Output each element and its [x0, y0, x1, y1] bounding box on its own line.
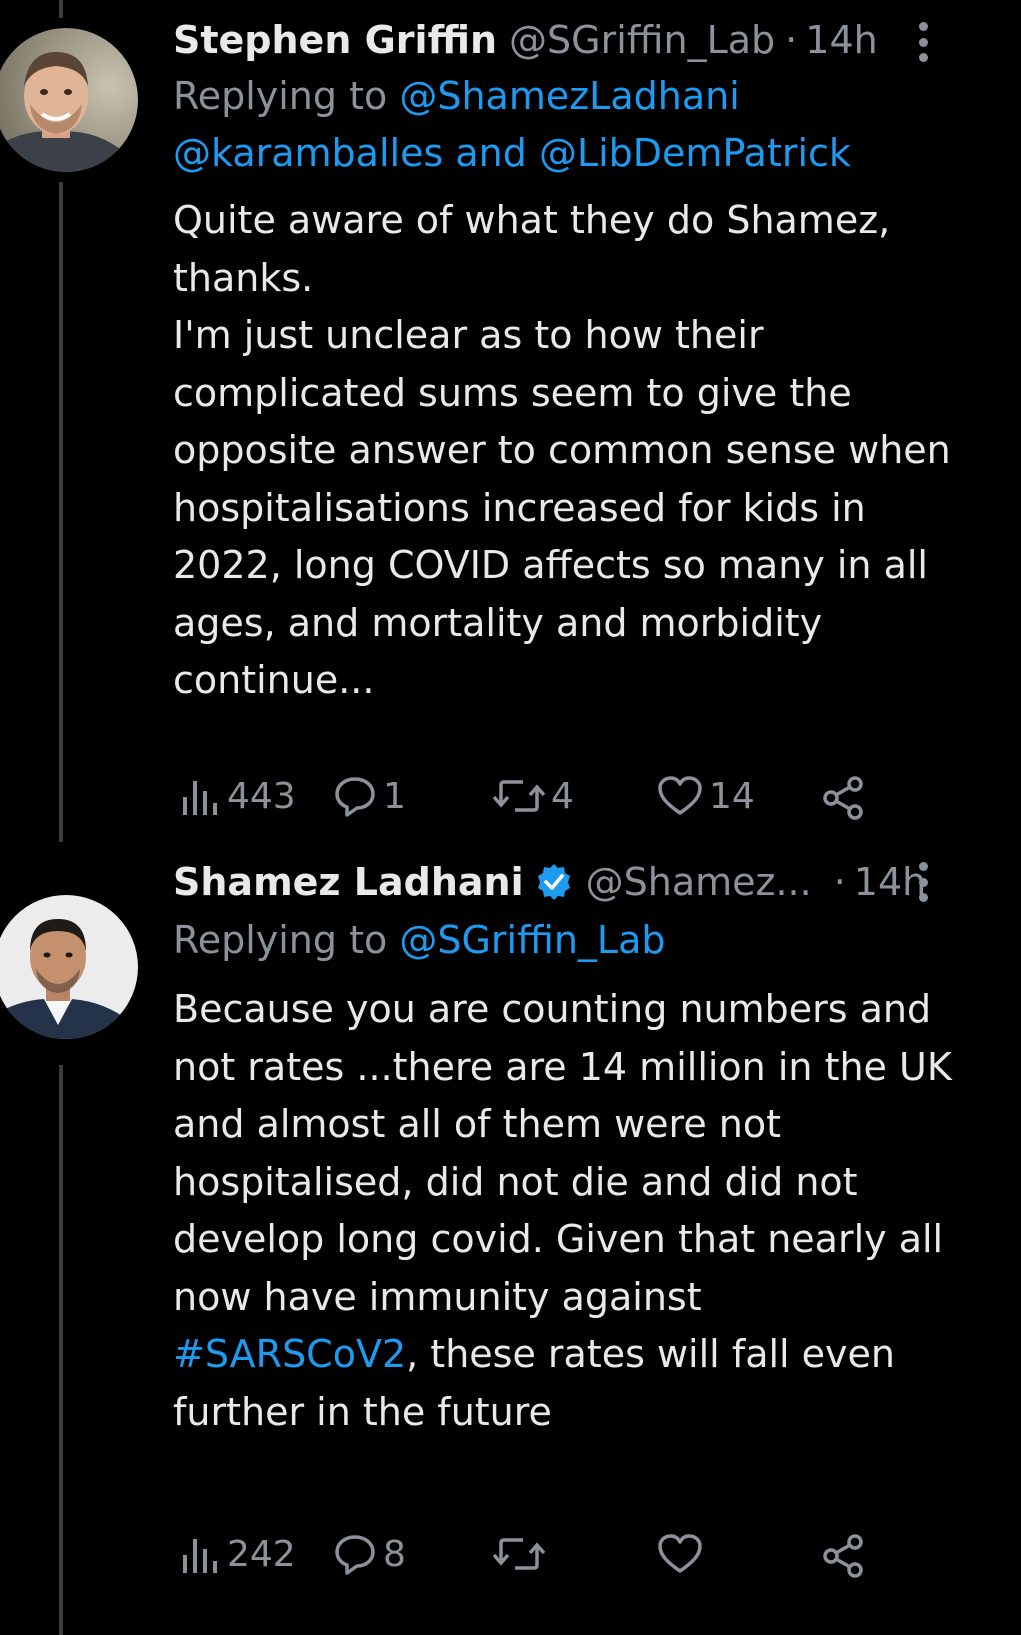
tweet-text-line: complicated sums seem to give the: [173, 370, 852, 415]
separator-dot: ·: [785, 18, 798, 62]
share-button[interactable]: [821, 1533, 865, 1579]
tweet-text-line: Quite aware of what they do Shamez,: [173, 198, 891, 242]
tweet-text-line: 2022, long COVID affects so many in all: [173, 543, 928, 587]
more-options-icon[interactable]: [917, 862, 929, 902]
timestamp[interactable]: 14h: [854, 858, 926, 906]
tweet-actions: 443 1 4 14: [173, 775, 933, 825]
tweet-text-line: develop long covid. Given that nearly al…: [173, 1217, 944, 1261]
author-name[interactable]: Stephen Griffin: [173, 16, 497, 64]
views-button[interactable]: 242: [181, 1533, 296, 1575]
heart-icon: [658, 1534, 702, 1573]
replying-to: Replying to @ShamezLadhani @karamballes …: [173, 68, 1021, 182]
tweet-text-line: further in the future: [173, 1389, 552, 1434]
views-count: 242: [227, 1533, 296, 1575]
tweet-header: Stephen Griffin @SGriffin_Lab · 14h: [173, 16, 1021, 64]
reply-bubble-icon: [335, 777, 375, 817]
tweet-text-line: #SARSCoV2, these rates will fall even: [173, 1326, 1021, 1384]
mention-link[interactable]: @karamballes: [173, 131, 443, 175]
reply-button[interactable]: 1: [333, 775, 406, 817]
tweet-shamez-ladhani[interactable]: Shamez Ladhani @Shamez... · 14h Replying…: [0, 860, 1021, 1635]
retweet-count: 4: [551, 775, 574, 817]
tweet-stephen-griffin[interactable]: Stephen Griffin @SGriffin_Lab · 14h Repl…: [0, 0, 1021, 850]
like-button[interactable]: [657, 1533, 709, 1575]
tweet-text-line: hospitalised, did not die and did not: [173, 1159, 858, 1204]
tweet-text-line: I'm just unclear as to how their: [173, 313, 764, 357]
views-bar-chart-icon: [183, 1539, 217, 1573]
tweet-text-line: now have immunity against: [173, 1274, 702, 1319]
separator-dot: ·: [833, 860, 846, 904]
tweet-text-line: and almost all of them were not: [173, 1102, 782, 1146]
retweet-button[interactable]: 4: [493, 775, 574, 817]
share-icon: [823, 776, 863, 820]
tweet-text-line: opposite answer to common sense when: [173, 428, 951, 472]
tweet-text-line: ages, and mortality and morbidity: [173, 600, 823, 645]
replying-to: Replying to @SGriffin_Lab: [173, 912, 1021, 969]
timestamp[interactable]: 14h: [805, 16, 877, 64]
heart-icon: [658, 776, 702, 815]
tweet-content: Stephen Griffin @SGriffin_Lab · 14h Repl…: [173, 16, 1021, 710]
reply-button[interactable]: 8: [333, 1533, 406, 1575]
tweet-header: Shamez Ladhani @Shamez... · 14h: [173, 858, 1021, 906]
tweet-text: Quite aware of what they do Shamez, than…: [173, 192, 1021, 710]
tweet-text-line: not rates ...there are 14 million in the…: [173, 1044, 952, 1089]
tweet-text-line: hospitalisations increased for kids in: [173, 485, 866, 530]
retweet-button[interactable]: [493, 1533, 551, 1575]
verified-badge-icon: [537, 864, 570, 900]
share-icon: [823, 1534, 863, 1578]
hashtag-link[interactable]: #SARSCoV2: [173, 1332, 406, 1376]
author-handle[interactable]: @SGriffin_Lab: [509, 16, 775, 64]
like-button[interactable]: 14: [657, 775, 755, 817]
avatar[interactable]: [0, 28, 138, 172]
replying-and: and: [455, 131, 527, 175]
tweet-actions: 242 8: [173, 1533, 933, 1583]
avatar[interactable]: [0, 895, 138, 1039]
replying-prefix: Replying to: [173, 918, 388, 962]
mention-link[interactable]: @SGriffin_Lab: [399, 918, 665, 962]
tweet-text-line: thanks.: [173, 255, 314, 300]
like-count: 14: [709, 775, 755, 817]
author-name[interactable]: Shamez Ladhani: [173, 858, 524, 906]
share-button[interactable]: [821, 775, 865, 821]
views-bar-chart-icon: [183, 781, 217, 815]
tweet-text: Because you are counting numbers and not…: [173, 981, 1021, 1441]
retweet-icon: [493, 1538, 545, 1570]
views-count: 443: [227, 775, 296, 817]
replying-prefix: Replying to: [173, 74, 388, 118]
views-button[interactable]: 443: [181, 775, 296, 817]
reply-count: 1: [383, 775, 406, 817]
mention-link[interactable]: @LibDemPatrick: [539, 131, 851, 175]
more-options-icon[interactable]: [917, 22, 929, 62]
author-handle[interactable]: @Shamez...: [586, 858, 812, 906]
mention-link[interactable]: @ShamezLadhani: [399, 74, 739, 118]
reply-count: 8: [383, 1533, 406, 1575]
tweet-text-line: continue...: [173, 658, 375, 702]
tweet-content: Shamez Ladhani @Shamez... · 14h Replying…: [173, 858, 1021, 1441]
reply-bubble-icon: [335, 1535, 375, 1575]
retweet-icon: [493, 780, 545, 812]
tweet-text-line: Because you are counting numbers and: [173, 987, 932, 1031]
tweet-text-fragment: , these rates will fall even: [406, 1332, 896, 1376]
